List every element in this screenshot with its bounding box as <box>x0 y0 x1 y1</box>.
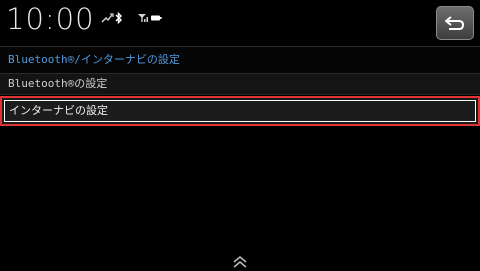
menu-item-internavi-settings[interactable]: インターナビの設定 <box>0 96 480 126</box>
return-arrow-icon <box>445 16 465 30</box>
status-bar: 10:00 <box>0 0 480 46</box>
settings-screen: 10:00 Bluetooth®/インターナビの設定 Bluetooth®の設定… <box>0 0 480 271</box>
status-icons <box>101 11 163 25</box>
menu-item-label: Bluetooth®の設定 <box>8 77 108 90</box>
scroll-up-hint[interactable] <box>0 252 480 271</box>
phone-bluetooth-icon <box>101 11 123 25</box>
breadcrumb-title: Bluetooth®/インターナビの設定 <box>8 53 180 66</box>
clock: 10:00 <box>6 2 95 36</box>
double-chevron-up-icon <box>232 255 248 268</box>
signal-battery-icon <box>137 13 163 23</box>
menu-item-label: インターナビの設定 <box>9 104 108 117</box>
breadcrumb: Bluetooth®/インターナビの設定 <box>0 47 480 73</box>
menu-item-bluetooth-settings[interactable]: Bluetooth®の設定 <box>0 74 480 95</box>
back-button[interactable] <box>436 6 474 40</box>
settings-menu-list: Bluetooth®の設定 インターナビの設定 <box>0 74 480 126</box>
